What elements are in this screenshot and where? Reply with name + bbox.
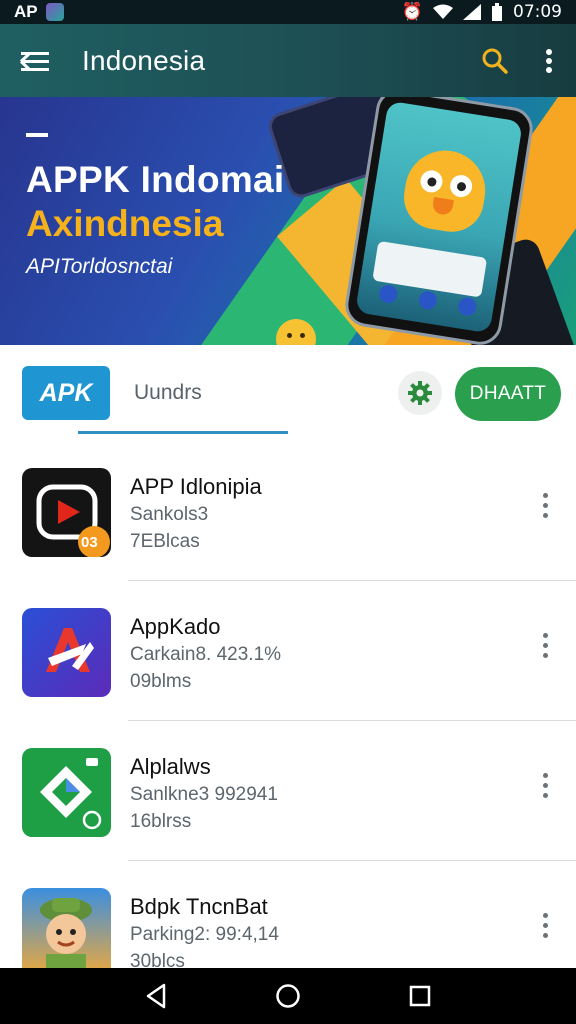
app-name: Alplalws — [130, 754, 211, 779]
banner-tagline: APITorldosnctai — [26, 255, 173, 278]
back-icon — [146, 983, 166, 1009]
overflow-menu-button[interactable] — [522, 24, 576, 97]
primary-action-button[interactable]: DHAATT — [455, 367, 561, 421]
app-badge: 03 — [81, 534, 98, 551]
appkado-app-icon — [22, 608, 111, 697]
app-downloads: 09blms — [130, 671, 192, 692]
more-vert-icon — [546, 48, 552, 73]
app-meta: Sankols3 — [130, 504, 209, 525]
banner-subtitle: Axindnesia — [26, 203, 224, 244]
search-button[interactable] — [468, 24, 522, 97]
menu-button[interactable] — [0, 24, 70, 97]
back-button[interactable] — [136, 976, 176, 1016]
app-meta: Carkain8. 423.1% — [130, 644, 282, 665]
more-vert-icon[interactable] — [530, 765, 560, 805]
bird-mascot-icon — [399, 144, 491, 237]
app-list: 03 APP Idlonipia Sankols3 7EBlcas AppKad… — [0, 441, 576, 968]
app-downloads: 16blrss — [130, 811, 192, 832]
apk-chip[interactable]: APK — [22, 366, 110, 420]
app-meta: Parking2: 99:4,14 — [130, 924, 279, 945]
system-nav-bar — [0, 968, 576, 1024]
video-player-app-icon: 03 — [22, 468, 111, 557]
list-item[interactable]: Bdpk TncnBat Parking2: 99:4,14 30blcs — [0, 861, 576, 968]
list-item[interactable]: AppKado Carkain8. 423.1% 09blms — [0, 581, 576, 721]
menu-icon — [19, 51, 49, 71]
app-bar: Indonesia — [0, 24, 576, 97]
home-button[interactable] — [268, 976, 308, 1016]
recents-button[interactable] — [400, 976, 440, 1016]
carrier-label: AP — [14, 2, 38, 21]
more-vert-icon[interactable] — [530, 625, 560, 665]
recents-icon — [409, 985, 431, 1007]
status-right: ⏰ 07:09 — [402, 2, 562, 22]
gear-icon — [408, 381, 432, 405]
banner-dash — [26, 133, 48, 137]
app-downloads: 30blcs — [130, 951, 185, 968]
app-name: AppKado — [130, 614, 221, 639]
wifi-icon — [433, 4, 453, 19]
more-vert-icon[interactable] — [530, 905, 560, 945]
tab-uundrs[interactable]: Uundrs — [134, 381, 202, 405]
page-title: Indonesia — [82, 44, 206, 76]
status-bar: AP ⏰ 07:09 — [0, 0, 576, 24]
status-left: AP — [14, 2, 64, 22]
more-vert-icon[interactable] — [530, 485, 560, 525]
app-downloads: 7EBlcas — [130, 531, 200, 552]
alplalws-app-icon — [22, 748, 111, 837]
app-name: APP Idlonipia — [130, 474, 262, 499]
promo-banner[interactable]: APPK Indomai Axindnesia APITorldosnctai — [0, 97, 576, 345]
list-item[interactable]: 03 APP Idlonipia Sankols3 7EBlcas — [0, 441, 576, 581]
battery-icon — [492, 3, 502, 21]
banner-title: APPK Indomai — [26, 159, 285, 200]
phone-screen — [355, 100, 523, 334]
app-meta: Sanlkne3 992941 — [130, 784, 278, 805]
character-app-icon — [22, 888, 111, 968]
search-icon — [482, 48, 508, 74]
settings-button[interactable] — [398, 371, 442, 415]
alarm-icon: ⏰ — [401, 2, 423, 22]
app-name: Bdpk TncnBat — [130, 894, 268, 919]
signal-icon — [463, 4, 481, 20]
tab-indicator — [78, 431, 288, 434]
status-time: 07:09 — [513, 2, 562, 22]
tab-bar: APK Uundrs DHAATT — [0, 345, 576, 441]
list-item[interactable]: Alplalws Sanlkne3 992941 16blrss — [0, 721, 576, 861]
notification-app-icon — [45, 3, 64, 21]
home-icon — [276, 984, 300, 1008]
